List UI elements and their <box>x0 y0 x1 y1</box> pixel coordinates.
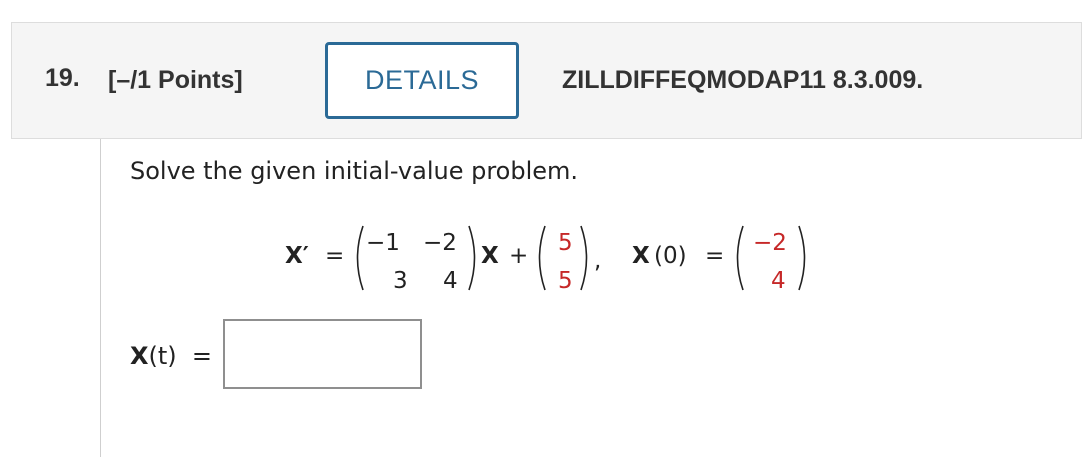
answer-equals: = <box>191 342 213 370</box>
answer-label: X(t) = <box>130 342 212 370</box>
right-paren-icon <box>468 225 476 291</box>
vector-f-cell: 5 <box>558 230 573 256</box>
question-number: 19. <box>45 64 80 92</box>
ic-argument: (0) <box>654 243 687 269</box>
left-paren-icon <box>538 225 546 291</box>
content-divider <box>100 139 101 457</box>
vector-f-cell: 5 <box>558 268 573 294</box>
question-points: [–/1 Points] <box>108 66 243 94</box>
problem-id: ZILLDIFFEQMODAP11 8.3.009. <box>562 66 924 94</box>
equation-plus: + <box>509 243 529 269</box>
equation-comma: , <box>594 248 602 274</box>
ic-equals: = <box>705 243 725 269</box>
matrix-a-cell: −1 <box>366 230 400 256</box>
vector-x0-cell: −2 <box>753 230 787 256</box>
left-paren-icon <box>356 225 364 291</box>
matrix-a-cell: 3 <box>393 268 408 294</box>
answer-argument: (t) <box>148 342 177 370</box>
right-paren-icon <box>798 225 806 291</box>
equation-equals: = <box>325 243 345 269</box>
answer-input[interactable] <box>223 319 422 389</box>
left-paren-icon <box>736 225 744 291</box>
matrix-a-cell: −2 <box>423 230 457 256</box>
problem-instruction: Solve the given initial-value problem. <box>130 157 579 185</box>
equation-lhs: X′ <box>285 243 309 269</box>
answer-symbol: X <box>130 342 149 370</box>
details-button[interactable]: DETAILS <box>325 42 519 119</box>
right-paren-icon <box>580 225 588 291</box>
ic-symbol: X <box>632 243 650 269</box>
matrix-a-cell: 4 <box>443 268 458 294</box>
x-symbol: X <box>481 243 499 269</box>
vector-x0-cell: 4 <box>771 268 786 294</box>
